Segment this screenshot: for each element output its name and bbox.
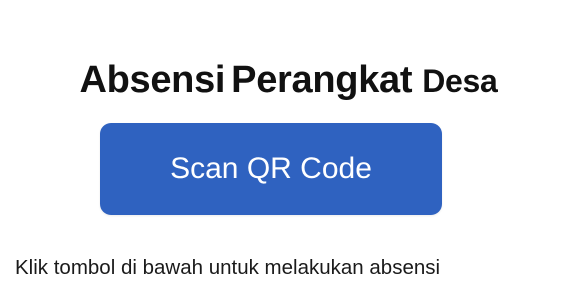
page-title: Absensi Perangkat Desa [0, 55, 577, 106]
scan-qr-code-button[interactable]: Scan QR Code [100, 123, 442, 215]
page-title-word-3: Desa [422, 63, 498, 100]
page-title-word-1: Absensi [79, 59, 226, 102]
instruction-text: Klik tombol di bawah untuk melakukan abs… [15, 256, 441, 279]
page-title-word-2: Perangkat [231, 59, 413, 102]
page: Absensi Perangkat Desa Scan QR Code Klik t… [0, 0, 577, 299]
